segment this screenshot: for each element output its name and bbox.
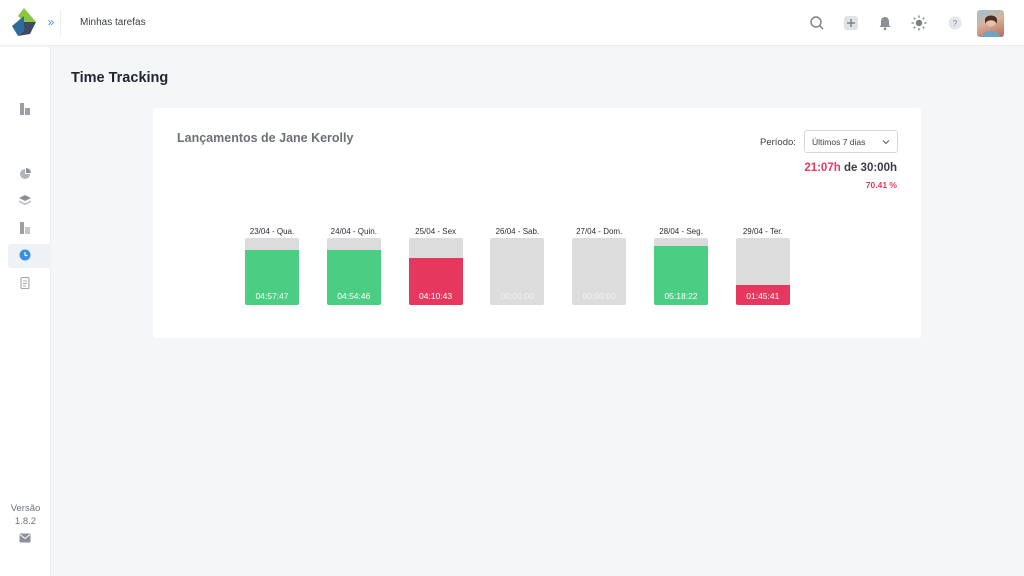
sidebar: Versão 1.8.2 [0,47,51,576]
time-entries-card: Lançamentos de Jane Kerolly Período: Últ… [153,108,921,338]
bar-track[interactable]: 04:10:43 [408,238,463,305]
top-bar: » Minhas tarefas ? [0,0,1024,46]
add-icon[interactable] [842,14,860,32]
bar-track[interactable]: 01:45:41 [735,238,790,305]
bar-day-label: 26/04 - Sab. [495,227,540,236]
app-logo-icon[interactable] [10,8,38,38]
bar-track[interactable]: 04:54:46 [326,238,381,305]
version-label: Versão [10,503,41,514]
reports-pie-icon[interactable] [18,167,32,181]
help-icon[interactable]: ? [946,14,964,32]
bar-value-label: 05:18:22 [664,291,698,301]
layers-icon[interactable] [18,193,32,207]
bar-value-label: 04:54:46 [337,291,371,301]
bar-track[interactable]: 00:00:00 [572,238,627,305]
documents-icon[interactable] [18,276,32,290]
bar-day-label: 27/04 - Dom. [576,227,623,236]
bar-value-label: 00:00:00 [500,291,534,301]
topbar-divider [60,10,61,36]
daily-hours-chart: 23/04 - Qua. 04:57:47 24/04 - Quin. 04:54:4… [153,108,921,338]
time-tracking-icon[interactable] [18,248,32,262]
svg-text:?: ? [953,19,958,28]
page-title: Time Tracking [71,70,169,86]
mail-icon[interactable] [19,533,31,543]
bar-value-label: 01:45:41 [746,291,780,301]
bar-track[interactable]: 05:18:22 [654,238,708,305]
bar-day-label: 25/04 - Sex [415,227,457,236]
bar-value-label: 04:10:43 [419,291,453,301]
bar-day-label: 23/04 - Qua. [249,227,295,236]
theme-sun-icon[interactable] [910,14,928,32]
user-avatar[interactable] [977,10,1004,37]
bar-day-label: 24/04 - Quin. [330,227,377,236]
bar-value-label: 00:00:00 [582,291,616,301]
bar-value-label: 04:57:47 [255,291,289,301]
bar-day-label: 28/04 - Seg. [659,227,703,236]
bell-icon[interactable] [876,14,894,32]
projects-icon[interactable] [18,221,32,235]
version-number: 1.8.2 [14,516,37,527]
dashboard-icon[interactable] [18,102,32,116]
page-breadcrumb[interactable]: Minhas tarefas [80,17,146,28]
search-icon[interactable] [808,14,826,32]
bar-day-label: 29/04 - Ter. [742,227,783,236]
expand-sidebar-icon[interactable]: » [44,15,58,29]
bar-track[interactable]: 00:00:00 [490,238,545,305]
bar-track[interactable]: 04:57:47 [245,238,299,305]
avatar-photo-icon [982,15,1000,37]
